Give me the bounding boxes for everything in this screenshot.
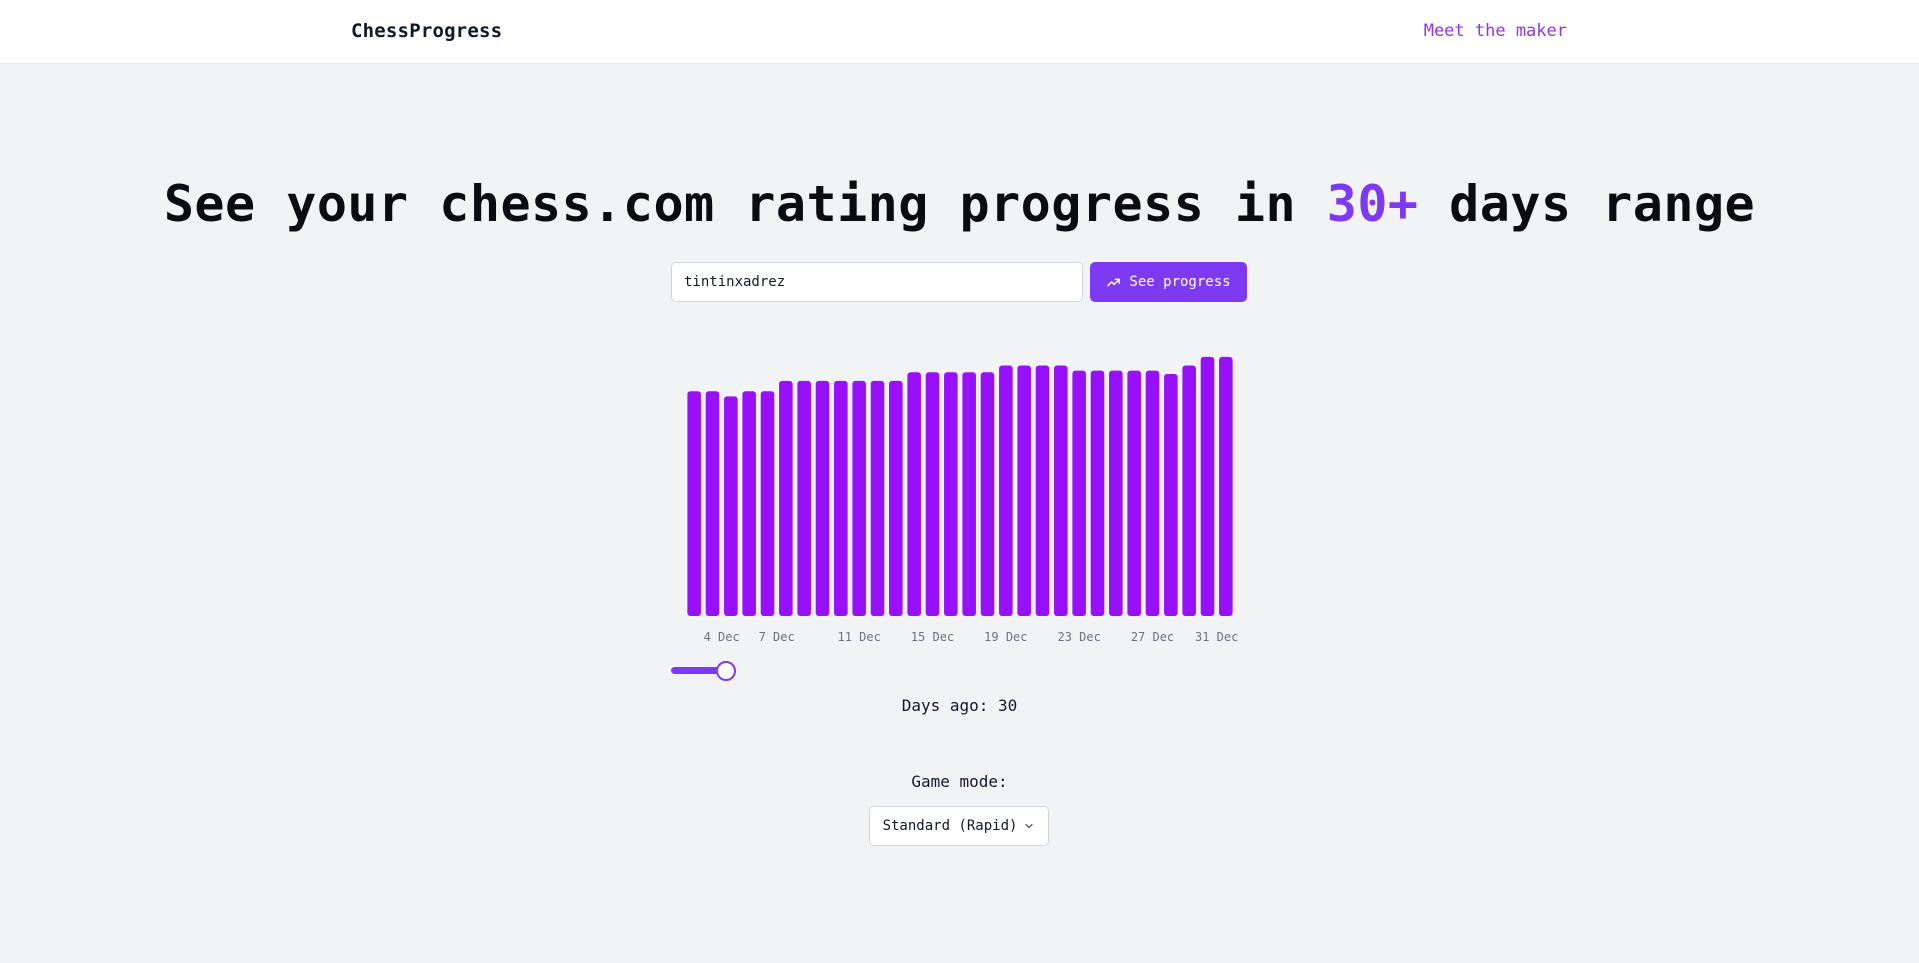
rating-bar-20[interactable] [1054,365,1068,616]
rating-bar-11[interactable] [889,380,903,616]
days-ago-label: Days ago: [901,696,999,715]
rating-bar-0[interactable] [687,391,701,616]
days-range-slider[interactable] [671,660,737,682]
rating-bar-25[interactable] [1145,370,1160,616]
rating-bar-2[interactable] [724,396,738,616]
rating-bar-1[interactable] [705,391,720,616]
game-mode-label: Game mode: [911,772,1008,791]
title-text-before: See your chess.com rating progress in [163,175,1327,233]
days-ago-value: 30 [998,696,1018,715]
rating-bar-17[interactable] [999,365,1013,616]
x-tick-label: 11 Dec [837,630,880,644]
x-tick-label: 4 Dec [704,630,740,644]
rating-bar-4[interactable] [760,391,775,616]
x-tick-label: 15 Dec [911,630,954,644]
game-mode-select[interactable]: Standard (Rapid) [869,806,1049,846]
x-tick-label: 31 Dec [1195,630,1238,644]
x-tick-label: 23 Dec [1057,630,1100,644]
rating-bar-6[interactable] [797,380,811,616]
top-navbar: ChessProgress Meet the maker [0,0,1919,64]
rating-bar-7[interactable] [815,380,830,616]
rating-bar-16[interactable] [980,372,995,616]
rating-bar-29[interactable] [1219,356,1233,616]
meet-the-maker-link[interactable]: Meet the maker [1424,21,1567,41]
rating-bar-22[interactable] [1090,370,1105,616]
rating-bar-13[interactable] [925,372,940,616]
rating-bar-28[interactable] [1200,356,1215,616]
rating-bar-18[interactable] [1017,365,1031,616]
rating-bar-19[interactable] [1035,365,1050,616]
rating-bar-26[interactable] [1164,374,1178,616]
rating-bar-15[interactable] [962,372,976,616]
rating-bar-21[interactable] [1072,370,1086,616]
username-input[interactable] [671,262,1083,302]
rating-bar-10[interactable] [870,380,885,616]
see-progress-label: See progress [1129,274,1231,290]
rating-bar-27[interactable] [1182,365,1196,616]
see-progress-button[interactable]: See progress [1090,262,1247,302]
rating-bar-14[interactable] [944,372,958,616]
rating-bar-24[interactable] [1127,370,1141,616]
x-tick-label: 19 Dec [984,630,1027,644]
page-title: See your chess.com rating progress in 30… [0,175,1919,233]
rating-bar-chart: 4 Dec 7 Dec 11 Dec 15 Dec 19 Dec 23 Dec 27 Dec… [687,356,1238,644]
slider-thumb[interactable] [716,661,736,681]
trending-up-icon [1106,275,1121,290]
days-ago-readout: Days ago: 30 [0,696,1919,715]
brand-logo[interactable]: ChessProgress [351,20,502,42]
chevron-down-icon [1023,820,1035,832]
rating-bar-3[interactable] [742,391,756,616]
x-tick-label: 27 Dec [1131,630,1174,644]
title-accent: 30+ [1326,175,1419,233]
x-tick-label: 7 Dec [759,630,795,644]
title-text-after: days range [1418,175,1756,233]
rating-bar-9[interactable] [852,380,866,616]
game-mode-selected: Standard (Rapid) [882,818,1018,834]
rating-bar-12[interactable] [907,372,921,616]
rating-bar-23[interactable] [1109,370,1123,616]
rating-bar-8[interactable] [834,380,848,616]
rating-bar-5[interactable] [779,380,793,616]
